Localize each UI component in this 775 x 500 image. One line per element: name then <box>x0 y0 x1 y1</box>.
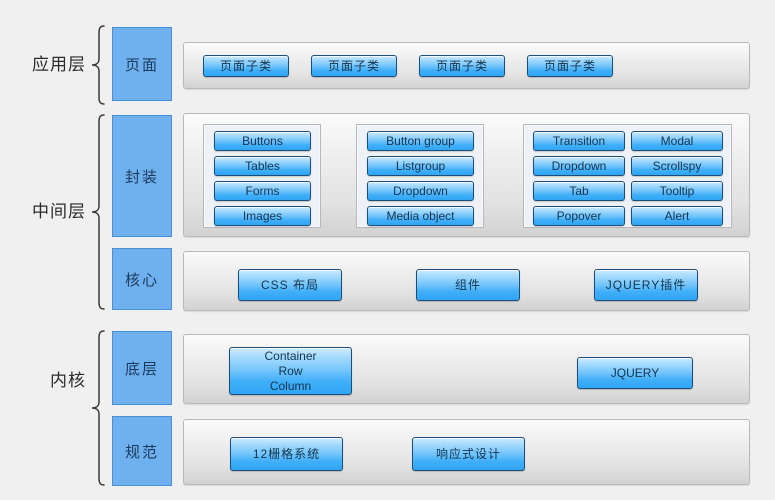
button-listgroup[interactable]: Listgroup <box>367 156 474 176</box>
button-popover[interactable]: Popover <box>533 206 625 226</box>
group-label-application: 应用层 <box>32 55 86 74</box>
row-panel-foundation: Container Row Column JQUERY <box>183 334 750 404</box>
button-tables[interactable]: Tables <box>214 156 311 176</box>
button-tooltip[interactable]: Tooltip <box>631 181 723 201</box>
button-scrollspy[interactable]: Scrollspy <box>631 156 723 176</box>
button-container-row-column[interactable]: Container Row Column <box>229 347 352 395</box>
group-bracket-kernel <box>90 330 106 486</box>
button-tab[interactable]: Tab <box>533 181 625 201</box>
layer-block-foundation: 底层 <box>112 331 172 405</box>
row-panel-specification: 12栅格系统 响应式设计 <box>183 419 750 485</box>
button-jquery-plugin[interactable]: JQUERY插件 <box>594 269 698 301</box>
architecture-diagram: 应用层 中间层 内核 页面 页面子类 页面子类 页面子类 页面子类 封装 But… <box>0 0 775 500</box>
button-page-subtype-1[interactable]: 页面子类 <box>203 55 289 77</box>
layer-block-core: 核心 <box>112 248 172 310</box>
button-alert[interactable]: Alert <box>631 206 723 226</box>
layer-block-page: 页面 <box>112 27 172 101</box>
button-page-subtype-4[interactable]: 页面子类 <box>527 55 613 77</box>
subpanel-composite-widgets: Button group Listgroup Dropdown Media ob… <box>356 124 484 228</box>
row-panel-page: 页面子类 页面子类 页面子类 页面子类 <box>183 42 750 89</box>
button-buttons[interactable]: Buttons <box>214 131 311 151</box>
button-images[interactable]: Images <box>214 206 311 226</box>
button-css-layout[interactable]: CSS 布局 <box>238 269 342 301</box>
subpanel-js-plugins: Transition Modal Dropdown Scrollspy Tab … <box>523 124 732 228</box>
button-modal[interactable]: Modal <box>631 131 723 151</box>
button-dropdown[interactable]: Dropdown <box>367 181 474 201</box>
button-12-grid-system[interactable]: 12栅格系统 <box>230 437 343 471</box>
group-label-kernel: 内核 <box>50 371 86 390</box>
button-forms[interactable]: Forms <box>214 181 311 201</box>
layer-block-specification: 规范 <box>112 416 172 486</box>
group-bracket-middle <box>90 114 106 310</box>
button-page-subtype-2[interactable]: 页面子类 <box>311 55 397 77</box>
row-panel-encapsulation: Buttons Tables Forms Images Button group… <box>183 113 750 237</box>
button-jquery[interactable]: JQUERY <box>577 357 693 389</box>
row-panel-core: CSS 布局 组件 JQUERY插件 <box>183 251 750 311</box>
button-dropdown-plugin[interactable]: Dropdown <box>533 156 625 176</box>
group-label-middle: 中间层 <box>32 202 86 221</box>
subpanel-basic-elements: Buttons Tables Forms Images <box>203 124 321 228</box>
button-media-object[interactable]: Media object <box>367 206 474 226</box>
button-responsive-design[interactable]: 响应式设计 <box>412 437 525 471</box>
button-transition[interactable]: Transition <box>533 131 625 151</box>
group-bracket-application <box>90 25 106 105</box>
layer-block-encapsulation: 封装 <box>112 115 172 237</box>
button-page-subtype-3[interactable]: 页面子类 <box>419 55 505 77</box>
button-component[interactable]: 组件 <box>416 269 520 301</box>
button-button-group[interactable]: Button group <box>367 131 474 151</box>
